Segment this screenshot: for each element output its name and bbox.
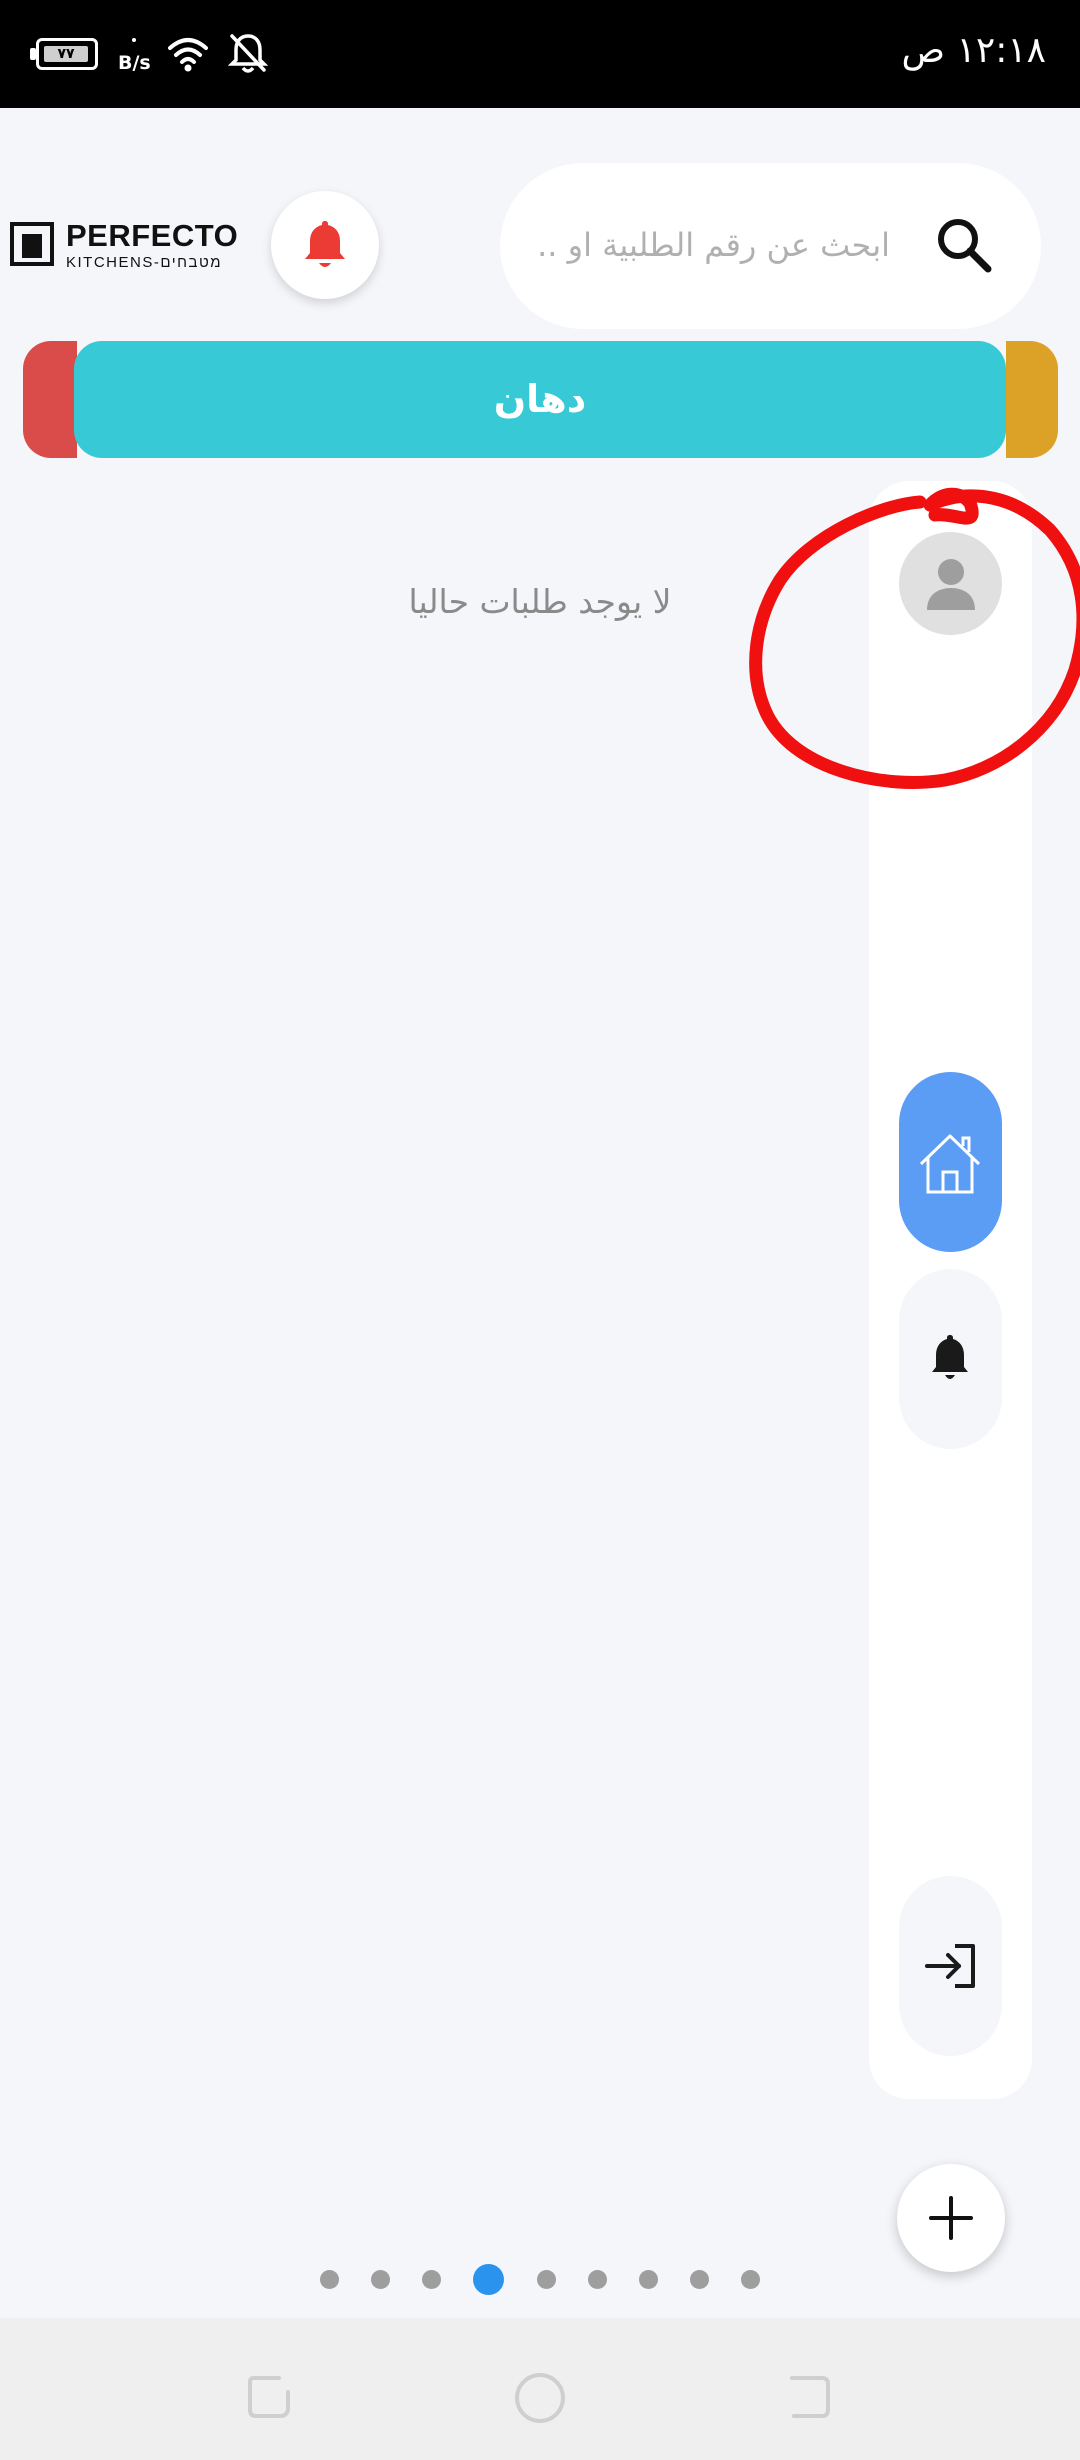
tab-active-category[interactable]: دهان xyxy=(74,341,1006,458)
bell-icon xyxy=(932,1335,968,1379)
red-circle-annotation xyxy=(749,487,1080,789)
page-dot[interactable] xyxy=(587,2269,607,2289)
bell-icon xyxy=(305,221,345,267)
clock: ١٢:١٨ ص xyxy=(901,30,1046,71)
nav-notifications-button[interactable] xyxy=(899,1269,1002,1449)
network-speed: B/s xyxy=(118,52,151,74)
battery-nub xyxy=(30,48,36,60)
battery-icon: ٧٧ xyxy=(36,38,98,70)
page-dot[interactable] xyxy=(422,2269,442,2289)
back-icon[interactable] xyxy=(784,2372,834,2422)
notifications-off-icon xyxy=(228,34,268,73)
page-dot[interactable] xyxy=(536,2269,556,2289)
home-icon xyxy=(919,1134,981,1194)
search-input[interactable] xyxy=(540,219,890,271)
nav-logout-button[interactable] xyxy=(899,1876,1002,2056)
system-navigation-bar xyxy=(0,2318,1080,2460)
page-dot[interactable] xyxy=(741,2269,760,2289)
plus-icon xyxy=(929,2196,973,2240)
nav-home-button[interactable] xyxy=(899,1072,1002,1252)
search-icon[interactable] xyxy=(932,213,996,277)
logo-mark-icon xyxy=(10,222,54,266)
tab-next-category[interactable] xyxy=(1006,341,1058,458)
login-icon xyxy=(925,1944,975,1988)
page-dot[interactable] xyxy=(320,2269,339,2289)
logo-subtitle: KITCHENS-מטבחים xyxy=(66,254,223,271)
status-bar: ٧٧ B/s ١٢:١٨ ص xyxy=(0,0,1080,108)
page-dot[interactable] xyxy=(689,2269,709,2289)
logo-title: PERFECTO xyxy=(66,218,239,253)
page-dot[interactable] xyxy=(371,2269,391,2289)
tab-previous-category[interactable] xyxy=(23,341,77,458)
page-indicator xyxy=(320,2263,760,2295)
recent-apps-icon[interactable] xyxy=(244,2372,294,2422)
home-nav-icon[interactable] xyxy=(513,2371,567,2425)
battery-level: ٧٧ xyxy=(44,46,88,62)
notifications-button[interactable] xyxy=(271,191,379,299)
wifi-icon xyxy=(168,38,208,72)
page-dot[interactable] xyxy=(638,2269,658,2289)
search-bar[interactable] xyxy=(500,163,1041,329)
add-button[interactable] xyxy=(897,2164,1005,2272)
empty-state-message: لا يوجد طلبات حاليا xyxy=(408,582,672,621)
page-dot-active[interactable] xyxy=(473,2263,505,2295)
netspeed-dot xyxy=(132,38,136,42)
